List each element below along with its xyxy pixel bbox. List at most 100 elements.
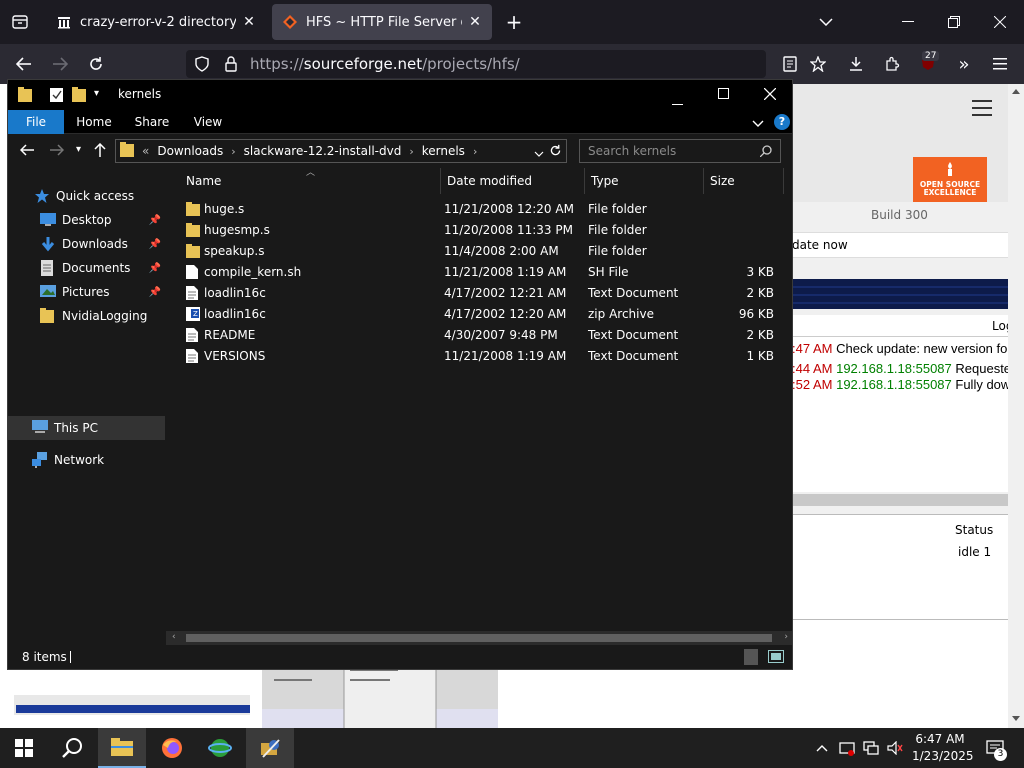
up-arrow-icon[interactable] <box>94 142 106 160</box>
scroll-right-icon[interactable]: › <box>784 632 788 642</box>
breadcrumb-slackware[interactable]: slackware-12.2-install-dvd <box>244 144 402 158</box>
tab-hfs[interactable]: HFS ~ HTTP File Server download ✕ <box>272 4 492 40</box>
close-window-icon[interactable] <box>988 10 1012 34</box>
list-all-tabs-icon[interactable] <box>8 10 32 34</box>
forward-arrow-icon[interactable] <box>48 52 72 76</box>
lock-icon[interactable] <box>224 56 240 72</box>
new-tab-icon[interactable]: + <box>502 10 526 34</box>
tab-home[interactable]: Home <box>70 110 118 134</box>
minimize-icon[interactable] <box>672 94 683 108</box>
nav-this-pc[interactable]: This PC <box>8 416 165 440</box>
table-row[interactable]: loadlin16c 4/17/2002 12:21 AM Text Documen… <box>176 283 782 304</box>
horizontal-scrollbar[interactable]: ‹ › <box>166 631 792 645</box>
sourceforge-icon <box>282 14 298 30</box>
open-source-badge[interactable]: OPEN SOURCE EXCELLENCE <box>913 157 987 202</box>
new-folder-icon[interactable] <box>72 87 86 106</box>
download-icon[interactable] <box>844 52 868 76</box>
shield-icon[interactable] <box>194 56 210 72</box>
taskbar-firefox[interactable] <box>148 728 196 768</box>
url-text[interactable]: https://sourceforge.net/projects/hfs/ <box>250 55 520 73</box>
clock[interactable]: 6:47 AM 1/23/2025 <box>912 731 974 765</box>
recent-locations-icon[interactable]: ▾ <box>76 144 81 155</box>
scroll-left-icon[interactable]: ‹ <box>172 632 176 642</box>
table-row[interactable]: VERSIONS 11/21/2008 1:19 AM Text Document 1… <box>176 346 782 367</box>
extensions-icon[interactable] <box>880 52 904 76</box>
restore-icon[interactable] <box>942 10 966 34</box>
start-button[interactable] <box>0 728 48 768</box>
address-bar[interactable]: « Downloads › slackware-12.2-install-dvd… <box>115 139 567 163</box>
quick-access-dropdown-icon[interactable]: ▾ <box>94 88 99 99</box>
taskbar-file-explorer[interactable] <box>98 728 146 768</box>
table-row[interactable]: Zloadlin16c 4/17/2002 12:20 AM zip Archive… <box>176 304 782 325</box>
volume-muted-icon[interactable] <box>884 728 906 768</box>
tab-directory-listing[interactable]: crazy-error-v-2 directory listing ✕ <box>46 4 266 40</box>
table-row[interactable]: README 4/30/2007 9:48 PM Text Document 2 KB <box>176 325 782 346</box>
chevron-right-icon[interactable]: › <box>231 145 235 158</box>
show-hidden-icons[interactable] <box>812 728 832 768</box>
reader-view-icon[interactable] <box>778 52 802 76</box>
hamburger-menu-icon[interactable] <box>988 52 1012 76</box>
nav-quick-access[interactable]: Quick access <box>8 184 165 208</box>
tab-share[interactable]: Share <box>128 110 176 134</box>
notifications-button[interactable]: 3 <box>980 728 1010 768</box>
bookmark-star-icon[interactable] <box>806 52 830 76</box>
tab-view[interactable]: View <box>184 110 232 134</box>
search-icon[interactable] <box>759 145 772 160</box>
display-tray-icon[interactable] <box>860 728 882 768</box>
breadcrumb-kernels[interactable]: kernels <box>422 144 465 158</box>
large-icons-view-icon[interactable] <box>768 650 784 666</box>
pin-icon[interactable]: 📌 <box>149 287 161 298</box>
overflow-menu-icon[interactable]: » <box>952 52 976 76</box>
column-size[interactable]: Size <box>704 168 784 194</box>
pin-icon[interactable]: 📌 <box>149 215 161 226</box>
back-arrow-icon[interactable] <box>12 52 36 76</box>
scrollbar-thumb[interactable] <box>186 634 772 642</box>
taskbar-hfs[interactable] <box>246 728 294 768</box>
documents-icon <box>40 260 56 276</box>
page-scrollbar[interactable] <box>1008 84 1024 728</box>
nav-nvidialogging[interactable]: NvidiaLogging <box>8 304 165 328</box>
help-icon[interactable]: ? <box>774 114 790 130</box>
search-input[interactable]: Search kernels <box>579 139 781 163</box>
search-taskbar-button[interactable] <box>48 728 96 768</box>
chevron-down-icon[interactable] <box>814 10 838 34</box>
breadcrumb-overflow[interactable]: « <box>142 144 149 158</box>
url-bar[interactable]: https://sourceforge.net/projects/hfs/ <box>186 50 766 78</box>
close-icon[interactable] <box>763 87 777 103</box>
table-row[interactable]: speakup.s 11/4/2008 2:00 AM File folder <box>176 241 782 262</box>
chevron-right-icon[interactable]: › <box>473 145 477 158</box>
maximize-icon[interactable] <box>718 88 729 102</box>
tab-file[interactable]: File <box>8 110 64 134</box>
pin-icon[interactable]: 📌 <box>149 263 161 274</box>
properties-icon[interactable] <box>50 87 64 106</box>
details-view-icon[interactable] <box>744 649 758 665</box>
pin-icon[interactable]: 📌 <box>149 239 161 250</box>
table-row[interactable]: compile_kern.sh 11/21/2008 1:19 AM SH File… <box>176 262 782 283</box>
chevron-right-icon[interactable]: › <box>409 145 413 158</box>
minimize-icon[interactable] <box>896 10 920 34</box>
taskbar-network-app[interactable] <box>196 728 244 768</box>
forward-arrow-icon[interactable] <box>50 144 65 159</box>
reload-icon[interactable] <box>84 52 108 76</box>
table-row[interactable]: huge.s 11/21/2008 12:20 AM File folder <box>176 199 782 220</box>
page-menu-icon[interactable] <box>972 100 992 116</box>
nav-network[interactable]: Network <box>8 448 165 472</box>
breadcrumb-downloads[interactable]: Downloads <box>157 144 223 158</box>
column-type[interactable]: Type <box>585 168 704 194</box>
table-row[interactable]: hugesmp.s 11/20/2008 11:33 PM File folder <box>176 220 782 241</box>
close-tab-icon[interactable]: ✕ <box>468 14 482 30</box>
refresh-icon[interactable] <box>549 144 562 160</box>
back-arrow-icon[interactable] <box>19 144 34 159</box>
nav-downloads[interactable]: Downloads 📌 <box>8 232 165 256</box>
hfs-log: :47 AM Check update: new version four :4… <box>792 337 1024 492</box>
nav-desktop[interactable]: Desktop 📌 <box>8 208 165 232</box>
expand-ribbon-icon[interactable] <box>752 117 764 131</box>
nav-pictures[interactable]: Pictures 📌 <box>8 280 165 304</box>
nav-documents[interactable]: Documents 📌 <box>8 256 165 280</box>
column-date-modified[interactable]: Date modified <box>441 168 585 194</box>
address-dropdown-icon[interactable] <box>534 146 544 160</box>
close-tab-icon[interactable]: ✕ <box>242 14 256 30</box>
browser-tab-strip: crazy-error-v-2 directory listing ✕ HFS … <box>0 0 1024 44</box>
clock-date: 1/23/2025 <box>912 749 974 763</box>
network-tray-icon[interactable] <box>836 728 858 768</box>
